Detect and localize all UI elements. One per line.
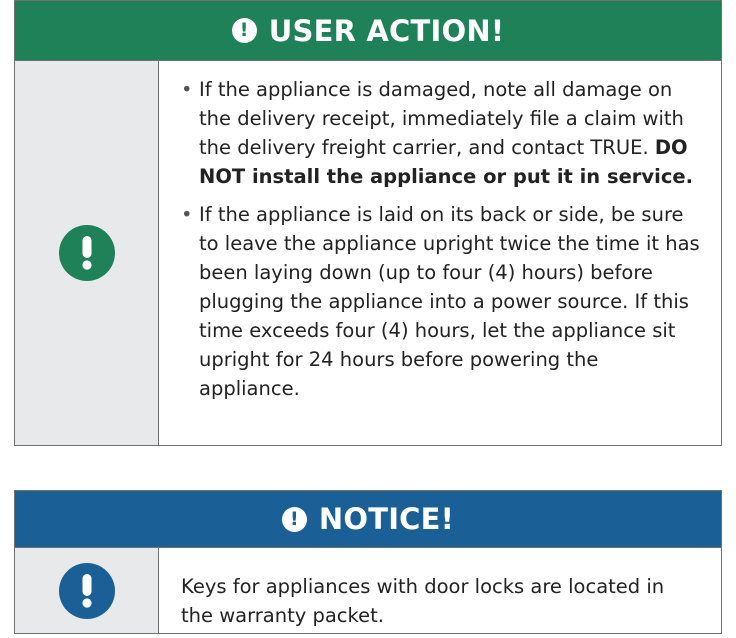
bullet-marker: • bbox=[181, 203, 193, 226]
bullet-marker: • bbox=[181, 78, 193, 101]
notice-panel: ! NOTICE! Keys for appliances with door … bbox=[14, 490, 722, 634]
user-action-header: ! USER ACTION! bbox=[15, 1, 721, 61]
notice-title: NOTICE! bbox=[318, 502, 455, 536]
exclamation-circle-icon bbox=[58, 225, 115, 281]
exclamation-glyph bbox=[81, 236, 92, 270]
exclamation-circle-icon: ! bbox=[281, 506, 307, 532]
user-action-icon-column bbox=[15, 61, 159, 445]
user-action-text-column: • If the appliance is damaged, note all … bbox=[159, 61, 721, 445]
user-action-bullet-list: • If the appliance is damaged, note all … bbox=[181, 75, 701, 403]
notice-body: Keys for appliances with door locks are … bbox=[15, 548, 721, 633]
notice-icon-column bbox=[15, 548, 159, 633]
notice-text-column: Keys for appliances with door locks are … bbox=[159, 548, 721, 633]
notice-header: ! NOTICE! bbox=[15, 491, 721, 548]
list-item: • If the appliance is damaged, note all … bbox=[181, 75, 701, 191]
user-action-panel: ! USER ACTION! • If the appliance is dam… bbox=[14, 0, 722, 446]
bullet-text: If the appliance is damaged, note all da… bbox=[199, 78, 684, 159]
exclamation-circle-icon: ! bbox=[231, 18, 257, 43]
bullet-text: If the appliance is laid on its back or … bbox=[199, 203, 700, 400]
exclamation-glyph bbox=[81, 573, 92, 608]
notice-text: Keys for appliances with door locks are … bbox=[181, 575, 665, 627]
exclamation-circle-icon bbox=[58, 562, 115, 619]
user-action-body: • If the appliance is damaged, note all … bbox=[15, 61, 721, 445]
list-item: • If the appliance is laid on its back o… bbox=[181, 200, 701, 403]
user-action-title: USER ACTION! bbox=[268, 13, 505, 48]
